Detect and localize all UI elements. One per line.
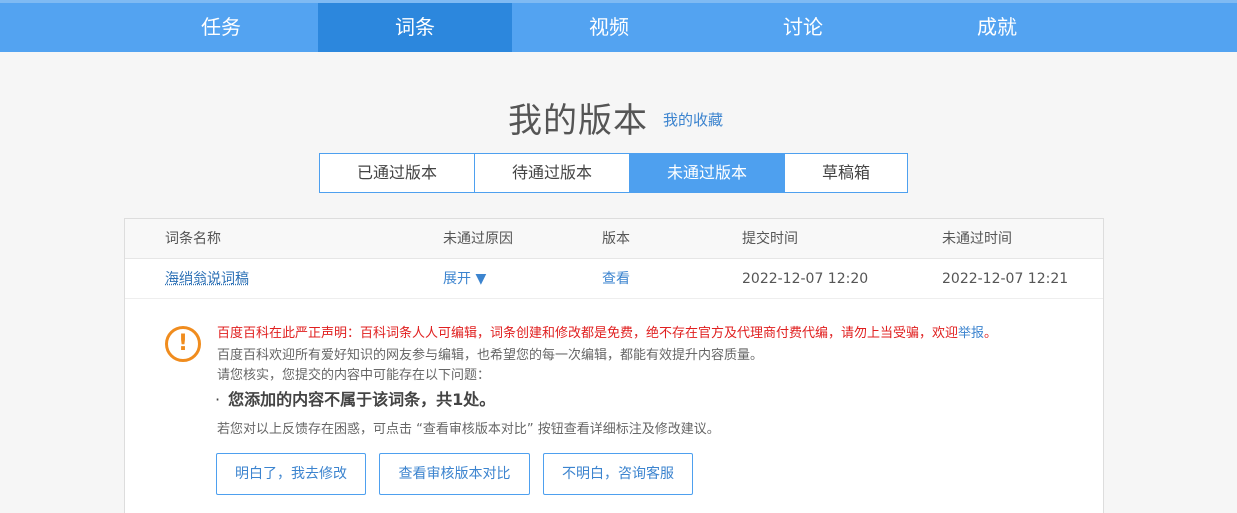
nav-tab-entries[interactable]: 词条 [318,3,512,52]
report-link[interactable]: 举报 [958,326,984,341]
column-submit-time: 提交时间 [742,231,798,247]
column-reject-time: 未通过时间 [942,231,1012,247]
my-favorites-link[interactable]: 我的收藏 [663,109,723,130]
issue-text: 您添加的内容不属于该词条，共1处。 [228,390,496,409]
compare-versions-button[interactable]: 查看审核版本对比 [379,453,530,495]
table-row: 海绡翁说词稿 展开 ▼ 查看 2022-12-07 12:20 2022-12-… [125,259,1103,299]
top-nav: 任务 词条 视频 讨论 成就 [0,0,1237,52]
tab-drafts[interactable]: 草稿箱 [785,154,907,192]
bullet-dot: · [215,390,221,409]
statement-text: 百度百科在此严正声明：百科词条人人可编辑，词条创建和修改都是免费，绝不存在官方及… [217,326,959,341]
submit-time: 2022-12-07 12:20 [742,271,869,287]
warning-icon: ! [165,326,201,362]
tab-approved-versions[interactable]: 已通过版本 [320,154,475,192]
entry-name-link[interactable]: 海绡翁说词稿 [165,259,249,299]
nav-tab-videos[interactable]: 视频 [512,3,706,52]
expand-reason-toggle[interactable]: 展开 ▼ [443,259,486,299]
tab-rejected-versions[interactable]: 未通过版本 [630,154,785,192]
official-statement: 百度百科在此严正声明：百科词条人人可编辑，词条创建和修改都是免费，绝不存在官方及… [217,322,997,341]
nav-tab-achievements[interactable]: 成就 [900,3,1094,52]
statement-end: 。 [984,326,998,341]
view-version-link[interactable]: 查看 [602,259,630,299]
reject-time: 2022-12-07 12:21 [942,271,1069,287]
version-tabs: 已通过版本 待通过版本 未通过版本 草稿箱 [319,153,908,193]
tab-pending-versions[interactable]: 待通过版本 [475,154,630,192]
modify-button[interactable]: 明白了，我去修改 [216,453,366,495]
nav-tab-discussion[interactable]: 讨论 [706,3,900,52]
nav-tab-tasks[interactable]: 任务 [124,3,318,52]
column-version: 版本 [602,231,630,247]
issue-item: · 您添加的内容不属于该词条，共1处。 [215,386,495,410]
column-entry-name: 词条名称 [165,231,221,247]
column-reject-reason: 未通过原因 [443,231,513,247]
check-text: 请您核实，您提交的内容中可能存在以下问题： [217,368,491,383]
table-header: 词条名称 未通过原因 版本 提交时间 未通过时间 [125,219,1103,259]
hint-text: 若您对以上反馈存在困惑，可点击 “查看审核版本对比” 按钮查看详细标注及修改建议… [217,422,720,437]
page-title: 我的版本 [508,101,648,141]
contact-service-button[interactable]: 不明白，咨询客服 [543,453,693,495]
welcome-text: 百度百科欢迎所有爱好知识的网友参与编辑，也希望您的每一次编辑，都能有效提升内容质… [217,348,764,363]
versions-table: 词条名称 未通过原因 版本 提交时间 未通过时间 海绡翁说词稿 展开 ▼ 查看 … [124,218,1104,513]
